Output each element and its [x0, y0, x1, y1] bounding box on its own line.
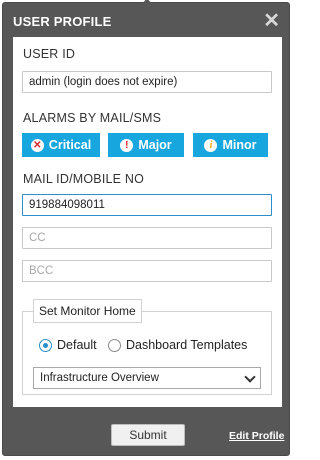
dashboard-templates-radio[interactable]: Dashboard Templates [108, 338, 247, 352]
monitor-home-legend: Set Monitor Home [33, 299, 142, 323]
major-alarm-button[interactable]: ! Major [108, 133, 184, 157]
user-id-label: USER ID [23, 47, 76, 61]
chevron-down-icon [244, 371, 256, 383]
close-icon[interactable]: ✕ [263, 11, 280, 31]
default-radio[interactable]: Default [39, 338, 97, 352]
mail-label: MAIL ID/MOBILE NO [23, 172, 145, 186]
bcc-field[interactable]: BCC [22, 260, 272, 282]
user-id-field[interactable]: admin (login does not expire) [22, 71, 272, 93]
cc-field[interactable]: CC [22, 227, 272, 249]
minor-label: Minor [222, 138, 257, 152]
user-profile-popup: USER PROFILE ✕ USER ID admin (login does… [2, 0, 290, 456]
edit-profile-link[interactable]: Edit Profile [229, 430, 284, 442]
monitor-home-select[interactable]: Infrastructure Overview [33, 367, 261, 389]
critical-label: Critical [48, 138, 92, 152]
mail-mobile-field[interactable]: 919884098011 [22, 194, 272, 216]
exclamation-icon: ! [120, 138, 134, 152]
popup-title: USER PROFILE [13, 14, 112, 29]
select-value: Infrastructure Overview [40, 372, 159, 384]
submit-button[interactable]: Submit [111, 424, 185, 446]
dashboard-templates-label: Dashboard Templates [126, 338, 248, 352]
radio-unselected-icon [108, 338, 121, 352]
radio-selected-icon [39, 338, 52, 352]
profile-form-panel: USER ID admin (login does not expire) AL… [13, 37, 282, 407]
alarms-label: ALARMS BY MAIL/SMS [23, 111, 162, 125]
x-circle-icon: ✕ [30, 138, 44, 152]
major-label: Major [138, 138, 172, 152]
info-icon: i [204, 138, 218, 152]
minor-alarm-button[interactable]: i Minor [193, 133, 268, 157]
critical-alarm-button[interactable]: ✕ Critical [22, 133, 100, 157]
default-radio-label: Default [57, 338, 97, 352]
popup-notch [138, 0, 156, 16]
